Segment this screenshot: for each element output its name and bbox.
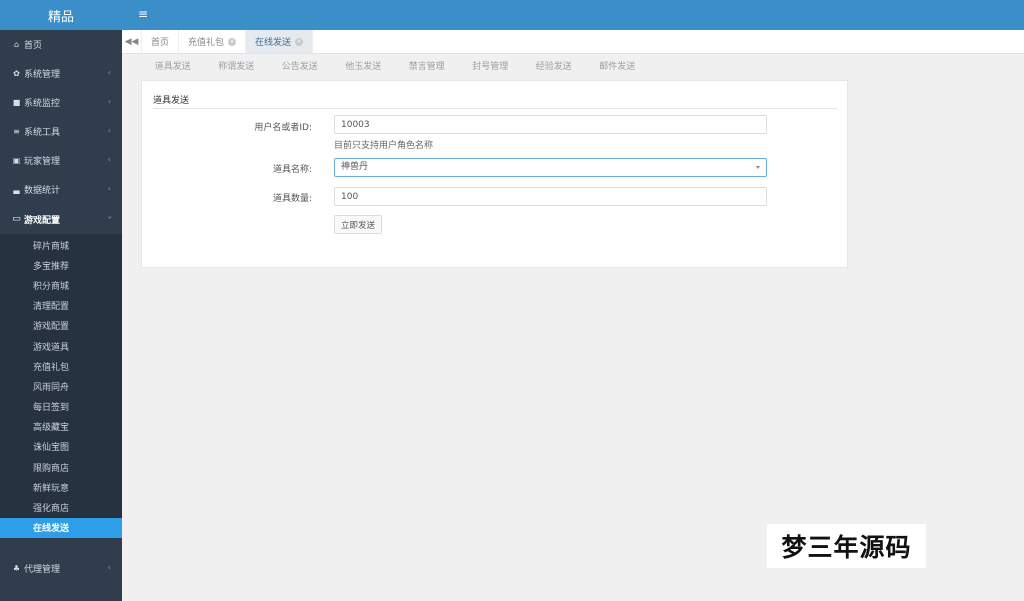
sidebar-item-label: 代理管理 — [24, 564, 61, 575]
item-name-select[interactable]: 神兽丹 — [334, 158, 767, 177]
menu-toggle-icon[interactable]: ≡ — [138, 8, 148, 20]
sidebar: 精品 ⌂ 首页 ✿ 系统管理 ‹ ■ 系统监控 ‹ ≡ 系统工具 ‹ ▣ 玩家管… — [0, 0, 122, 601]
tab-recharge-gift[interactable]: 充值礼包 × — [179, 30, 247, 53]
sidebar-item-system-manage[interactable]: ✿ 系统管理 ‹ — [0, 59, 122, 88]
game-config-submenu: 碎片商城 多宝推荐 积分商城 清理配置 游戏配置 游戏道具 充值礼包 风雨同舟 … — [0, 234, 122, 538]
list-icon: ≡ — [13, 127, 20, 136]
sidebar-item-system-tools[interactable]: ≡ 系统工具 ‹ — [0, 117, 122, 146]
chevron-left-icon: ‹ — [107, 126, 111, 135]
sidebar-item-label: 系统工具 — [24, 128, 61, 138]
monitor-icon: ▭ — [12, 214, 21, 224]
chevron-down-icon — [756, 166, 760, 169]
item-qty-label: 道具数量: — [272, 194, 312, 204]
sidebar-item-system-monitor[interactable]: ■ 系统监控 ‹ — [0, 88, 122, 117]
brand-title: 精品 — [0, 0, 122, 30]
panel-title: 道具发送 — [153, 93, 837, 109]
tab-mail-send[interactable]: 邮件发送 — [586, 60, 650, 76]
sidebar-item-label: 系统监控 — [24, 99, 61, 109]
item-qty-input[interactable] — [334, 187, 767, 206]
sidebar-item-statistics[interactable]: ▃ 数据统计 ‹ — [0, 175, 122, 204]
video-icon: ■ — [12, 98, 21, 107]
tab-jade-send[interactable]: 他玉发送 — [332, 60, 396, 76]
sidebar-item-label: 数据统计 — [24, 186, 61, 196]
close-icon[interactable]: × — [295, 37, 304, 46]
chevron-left-icon: ‹ — [107, 184, 111, 193]
sidebar-item-label: 首页 — [24, 41, 43, 51]
submenu-item-limited-shop[interactable]: 限购商店 — [0, 457, 122, 477]
tab-notice-send[interactable]: 公告发送 — [268, 60, 332, 76]
user-hint: 目前只支持用户角色名称 — [334, 141, 434, 151]
chevron-down-icon: ‹ — [104, 215, 114, 220]
page-tabs-bar: ◀◀ 首页 充值礼包 × 在线发送 × — [122, 30, 1024, 54]
submenu-item-online-send[interactable]: 在线发送 — [0, 517, 122, 538]
tab-home[interactable]: 首页 — [142, 30, 180, 53]
tabs-scroll-left-icon[interactable]: ◀◀ — [122, 30, 142, 53]
sidebar-item-label: 玩家管理 — [24, 157, 61, 167]
tab-mute-manage[interactable]: 禁言管理 — [395, 60, 459, 76]
submenu-item-daily-signin[interactable]: 每日签到 — [0, 397, 122, 417]
submenu-item-game-config[interactable]: 游戏配置 — [0, 316, 122, 336]
sidebar-item-label: 游戏配置 — [24, 215, 61, 226]
gear-icon: ✿ — [13, 69, 20, 78]
tab-label: 在线发送 — [255, 38, 292, 48]
submenu-item-points-shop[interactable]: 积分商城 — [0, 275, 122, 295]
submenu-item-game-items[interactable]: 游戏道具 — [0, 336, 122, 356]
sidebar-item-label: 系统管理 — [24, 70, 61, 80]
item-name-value: 神兽丹 — [341, 162, 369, 172]
submenu-item-fengyu[interactable]: 风雨同舟 — [0, 376, 122, 396]
user-input[interactable] — [334, 115, 767, 134]
tab-label: 首页 — [151, 38, 170, 48]
agent-icon: ♣ — [12, 563, 21, 573]
chevron-left-icon: ‹ — [107, 562, 111, 572]
send-now-button[interactable]: 立即发送 — [334, 215, 383, 234]
tab-title-send[interactable]: 称谓发送 — [205, 60, 269, 76]
chevron-left-icon: ‹ — [107, 97, 111, 106]
sidebar-item-agent-manage[interactable]: ♣ 代理管理 ‹ — [0, 554, 122, 583]
submenu-item-zhuxian-map[interactable]: 诛仙宝图 — [0, 437, 122, 457]
watermark: 梦三年源码 — [767, 524, 926, 568]
close-icon[interactable]: × — [228, 37, 237, 46]
tab-label: 充值礼包 — [188, 38, 225, 48]
chevron-left-icon: ‹ — [107, 155, 111, 164]
tab-item-send[interactable]: 道具发送 — [141, 60, 205, 76]
submenu-item-clear-config[interactable]: 清理配置 — [0, 296, 122, 316]
chevron-left-icon: ‹ — [107, 68, 111, 77]
chart-icon: ▃ — [13, 185, 20, 194]
sidebar-item-player-manage[interactable]: ▣ 玩家管理 ‹ — [0, 146, 122, 175]
submenu-item-recharge-gift[interactable]: 充值礼包 — [0, 356, 122, 376]
sidebar-item-game-config[interactable]: ▭ 游戏配置 ‹ — [0, 204, 122, 234]
home-icon: ⌂ — [13, 40, 20, 49]
sidebar-item-home[interactable]: ⌂ 首页 — [0, 30, 122, 59]
submenu-item-treasure[interactable]: 高级藏宝 — [0, 417, 122, 437]
submenu-item-novelty[interactable]: 新鲜玩意 — [0, 477, 122, 497]
tab-ban-manage[interactable]: 封号管理 — [459, 60, 523, 76]
submenu-item-fragment-shop[interactable]: 碎片商城 — [0, 235, 122, 255]
submenu-item-duobao[interactable]: 多宝推荐 — [0, 255, 122, 275]
send-type-tabs: 道具发送 称谓发送 公告发送 他玉发送 禁言管理 封号管理 经验发送 邮件发送 — [141, 60, 649, 76]
submenu-item-enhance-shop[interactable]: 强化商店 — [0, 497, 122, 517]
tab-exp-send[interactable]: 经验发送 — [522, 60, 586, 76]
top-header: ≡ — [122, 0, 1024, 30]
tab-online-send[interactable]: 在线发送 × — [246, 30, 314, 53]
item-name-label: 道具名称: — [272, 165, 312, 175]
user-card-icon: ▣ — [12, 156, 21, 165]
user-label: 用户名或者ID: — [254, 123, 312, 133]
item-send-panel: 道具发送 用户名或者ID: 目前只支持用户角色名称 道具名称: 神兽丹 道具数量… — [141, 80, 848, 268]
